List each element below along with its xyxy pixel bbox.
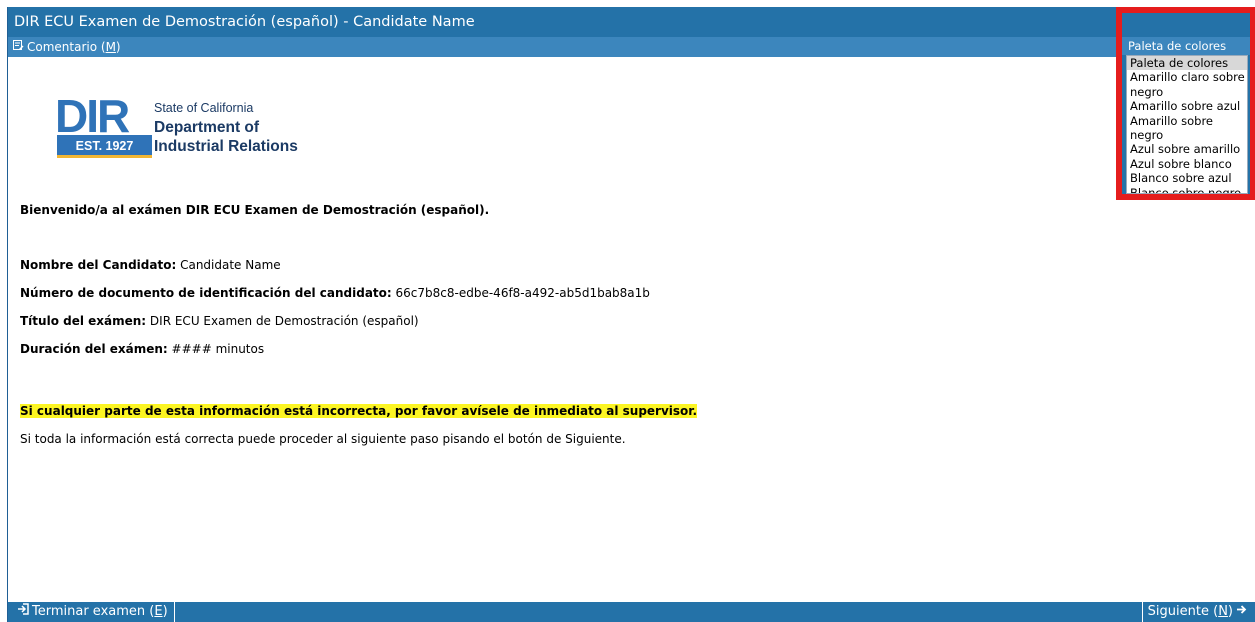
- warning-text: Si cualquier parte de esta información e…: [20, 404, 698, 418]
- candidate-id-row: Número de documento de identificación de…: [20, 286, 650, 300]
- palette-option[interactable]: Blanco sobre azul: [1127, 171, 1247, 185]
- logo-line-3: Industrial Relations: [154, 138, 298, 155]
- comment-button[interactable]: Comentario (M): [13, 37, 121, 57]
- next-button[interactable]: Siguiente (N): [1141, 602, 1255, 622]
- palette-option[interactable]: Azul sobre amarillo: [1127, 142, 1247, 156]
- end-exam-button[interactable]: Terminar examen (E): [8, 602, 175, 622]
- dir-logo-text: State of California Department of Indust…: [154, 99, 298, 156]
- window-title: DIR ECU Examen de Demostración (español)…: [14, 14, 475, 30]
- logo-letters: DIR: [55, 91, 130, 142]
- exam-duration-row: Duración del exámen: #### minutos: [20, 342, 265, 356]
- palette-option[interactable]: Amarillo sobre negro: [1127, 114, 1247, 143]
- palette-option[interactable]: Paleta de colores: [1127, 56, 1247, 71]
- toolbar: Comentario (M): [8, 37, 1255, 57]
- color-palette-callout: Paleta de colores Paleta de colores Amari…: [1116, 7, 1255, 200]
- logo-line-1: State of California: [154, 101, 254, 115]
- palette-option[interactable]: Azul sobre blanco: [1127, 157, 1247, 171]
- exam-title-row: Título del exámen: DIR ECU Examen de Dem…: [20, 314, 419, 328]
- comment-label: Comentario (M): [27, 40, 121, 54]
- palette-option[interactable]: Blanco sobre negro: [1127, 186, 1247, 193]
- logo-line-2: Department of: [154, 119, 260, 136]
- title-bar: DIR ECU Examen de Demostración (español)…: [8, 7, 1255, 37]
- arrow-right-icon: [1233, 602, 1250, 622]
- footer-bar: Terminar examen (E) Siguiente (N): [8, 602, 1255, 622]
- end-exam-label: Terminar examen (E): [32, 604, 168, 619]
- palette-header[interactable]: Paleta de colores: [1122, 37, 1250, 55]
- palette-option[interactable]: Amarillo claro sobre negro: [1127, 70, 1247, 99]
- instruction-text: Si toda la información está correcta pue…: [20, 432, 626, 446]
- dir-logo-mark: DIR EST. 1927: [55, 90, 152, 158]
- candidate-name-row: Nombre del Candidato: Candidate Name: [20, 258, 281, 272]
- logo-est: EST. 1927: [76, 139, 134, 153]
- exam-window: DIR ECU Examen de Demostración (español)…: [7, 7, 1255, 622]
- welcome-text: Bienvenido/a al exámen DIR ECU Examen de…: [20, 203, 490, 217]
- color-palette-list[interactable]: Paleta de colores Amarillo claro sobre ne…: [1126, 55, 1248, 194]
- next-label: Siguiente (N): [1147, 604, 1233, 619]
- comment-icon: [13, 37, 27, 57]
- palette-option[interactable]: Amarillo sobre azul: [1127, 99, 1247, 113]
- exit-icon: [14, 602, 32, 622]
